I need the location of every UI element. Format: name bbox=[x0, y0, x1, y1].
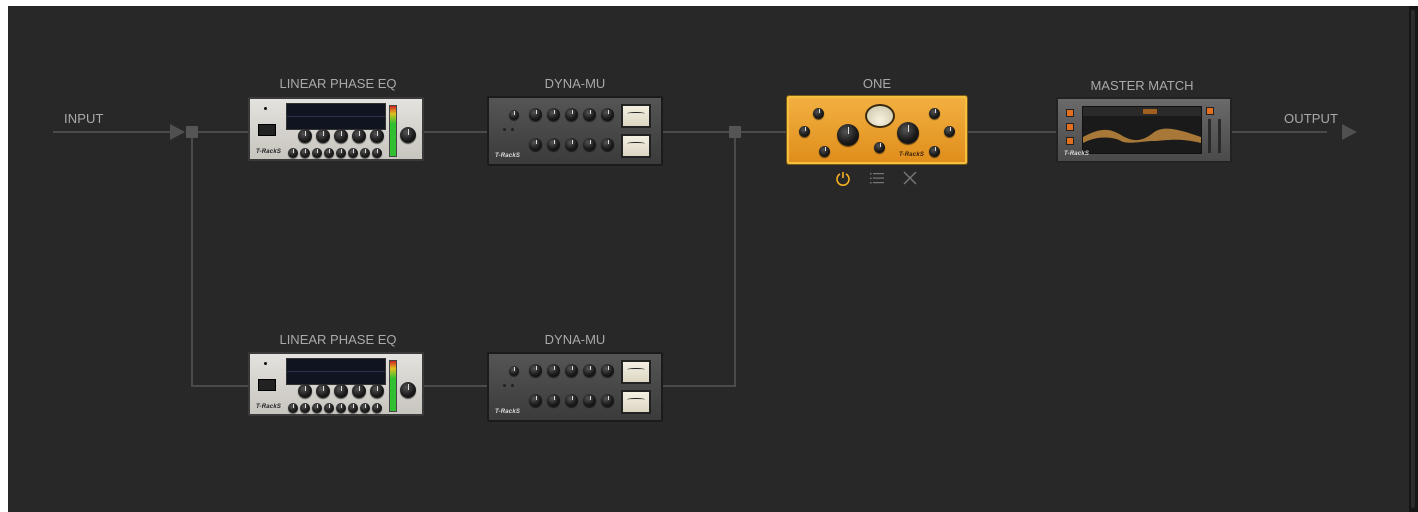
plugin-menu-button[interactable] bbox=[868, 169, 886, 187]
master-match-display bbox=[1082, 106, 1202, 154]
signal-chain-canvas: INPUT OUTPUT LINEAR PHASE EQ DYNA-MU ONE… bbox=[8, 6, 1409, 512]
wire-input bbox=[53, 131, 175, 133]
plugin-one[interactable]: T-RackS bbox=[787, 96, 967, 164]
wire-merge-up bbox=[734, 131, 736, 387]
eq-switch bbox=[258, 379, 276, 391]
list-menu-icon bbox=[870, 173, 884, 184]
eq-switch bbox=[258, 124, 276, 136]
plugin-dyna-mu-bottom[interactable]: T-RackS bbox=[487, 352, 663, 422]
plugin-remove-button[interactable] bbox=[901, 169, 919, 187]
dyna-vu-meter-2 bbox=[621, 134, 651, 158]
output-arrow-icon bbox=[1342, 124, 1357, 140]
one-vu-gauge bbox=[865, 104, 895, 128]
scrollbar-thumb[interactable] bbox=[1411, 10, 1415, 508]
plugin-linear-phase-eq-bottom[interactable]: T-RackS bbox=[248, 352, 424, 416]
plugin-label-dyna-mu-top: DYNA-MU bbox=[544, 76, 606, 91]
plugin-label-one: ONE bbox=[862, 76, 892, 91]
eq-level-meter bbox=[389, 360, 397, 412]
plugin-label-linear-phase-eq-bottom: LINEAR PHASE EQ bbox=[279, 332, 397, 347]
eq-display bbox=[286, 103, 386, 130]
plugin-linear-phase-eq-top[interactable]: T-RackS bbox=[248, 97, 424, 161]
plugin-bypass-button[interactable] bbox=[834, 169, 852, 187]
plugin-label-linear-phase-eq-top: LINEAR PHASE EQ bbox=[279, 76, 397, 91]
dyna-vu-meter-1 bbox=[621, 360, 651, 384]
power-icon bbox=[836, 172, 850, 186]
plugin-label-master-match: MASTER MATCH bbox=[1090, 78, 1194, 93]
vertical-scrollbar[interactable] bbox=[1409, 6, 1418, 512]
dyna-vu-meter-2 bbox=[621, 390, 651, 414]
output-label: OUTPUT bbox=[1284, 111, 1339, 126]
input-label: INPUT bbox=[64, 111, 104, 126]
plugin-dyna-mu-top[interactable]: T-RackS bbox=[487, 96, 663, 166]
plugin-label-dyna-mu-bottom: DYNA-MU bbox=[544, 332, 606, 347]
close-icon bbox=[903, 171, 917, 185]
plugin-master-match[interactable]: T-RackS bbox=[1056, 97, 1232, 163]
wire-split-down bbox=[191, 131, 193, 387]
eq-output-knob bbox=[400, 382, 416, 398]
eq-display bbox=[286, 358, 386, 385]
input-arrow-icon bbox=[170, 124, 185, 140]
eq-output-knob bbox=[400, 127, 416, 143]
split-node[interactable] bbox=[186, 126, 198, 138]
eq-level-meter bbox=[389, 105, 397, 157]
dyna-vu-meter-1 bbox=[621, 104, 651, 128]
merge-node[interactable] bbox=[729, 126, 741, 138]
